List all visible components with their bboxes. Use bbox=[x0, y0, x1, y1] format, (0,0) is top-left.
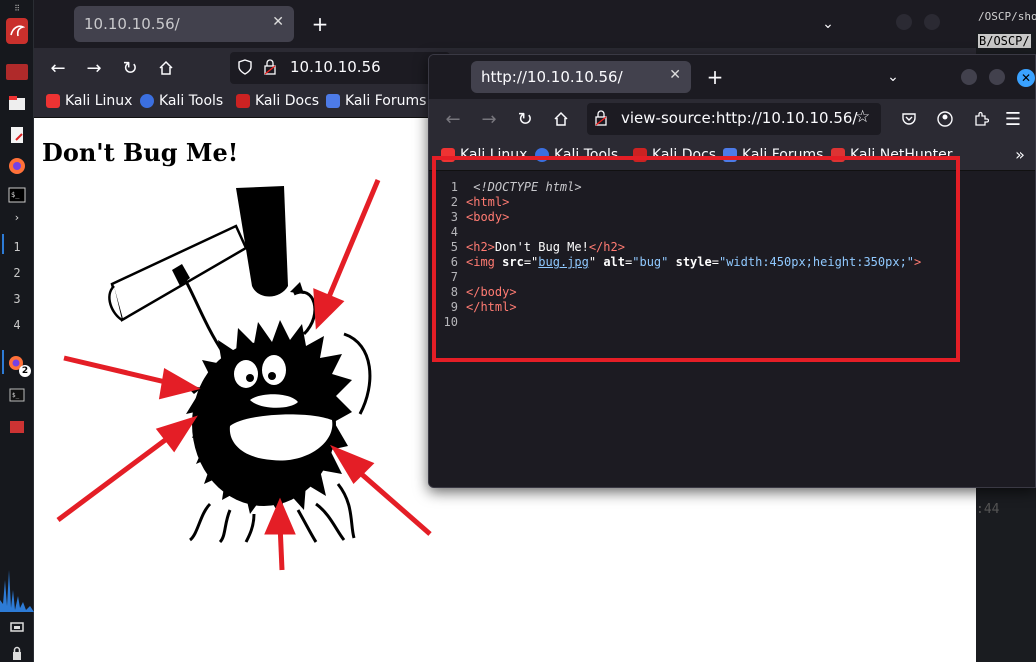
kali-tools-icon bbox=[140, 94, 154, 108]
lock-icon[interactable] bbox=[6, 646, 28, 660]
forward-arrow-icon[interactable]: → bbox=[82, 56, 106, 80]
chevron-double-right-icon[interactable]: » bbox=[1009, 143, 1031, 165]
workspace-2[interactable]: 2 bbox=[0, 266, 34, 280]
back-arrow-icon[interactable]: ← bbox=[441, 107, 465, 131]
new-tab-plus-icon[interactable]: + bbox=[308, 12, 332, 36]
close-icon[interactable]: ✕ bbox=[669, 67, 681, 83]
workspace-3[interactable]: 3 bbox=[0, 292, 34, 306]
bug-image bbox=[56, 179, 432, 571]
svg-text:$_: $_ bbox=[12, 392, 20, 399]
extensions-icon[interactable] bbox=[969, 107, 993, 131]
main-url-bar[interactable]: 10.10.10.56 bbox=[230, 52, 450, 84]
terminal-titlebar: /OSCP/sho bbox=[976, 0, 1036, 32]
home-icon[interactable] bbox=[549, 107, 573, 131]
terminal-window-icon[interactable]: $_ bbox=[6, 386, 28, 404]
bookmark-label: Kali Docs bbox=[255, 93, 320, 109]
files-icon[interactable] bbox=[6, 94, 28, 112]
bookmark-label: Kali Linux bbox=[65, 93, 133, 109]
reload-icon[interactable]: ↻ bbox=[513, 107, 537, 131]
maximize-button[interactable] bbox=[924, 14, 940, 30]
main-url-text: 10.10.10.56 bbox=[290, 58, 381, 76]
bookmark-kali-linux[interactable]: Kali Linux bbox=[46, 93, 132, 109]
terminal-path-1: /OSCP/sho bbox=[978, 10, 1036, 23]
shield-icon[interactable] bbox=[238, 59, 252, 79]
app-icon[interactable] bbox=[6, 64, 28, 80]
firefox-icon[interactable] bbox=[6, 156, 28, 176]
taskbar: ⠿ $_ › 1 2 3 4 2 $_ bbox=[0, 0, 34, 662]
reload-icon[interactable]: ↻ bbox=[118, 56, 142, 80]
main-tab-bar: 10.10.10.56/ ✕ + ⌄ bbox=[34, 0, 976, 48]
bookmark-kali-tools[interactable]: Kali Tools bbox=[140, 93, 223, 109]
bookmark-kali-docs[interactable]: Kali Docs bbox=[236, 93, 319, 109]
network-icon[interactable] bbox=[6, 620, 28, 634]
lock-insecure-icon[interactable] bbox=[264, 59, 276, 79]
svg-text:$_: $_ bbox=[11, 191, 20, 199]
minimize-button[interactable] bbox=[896, 14, 912, 30]
editor-icon[interactable] bbox=[6, 126, 28, 144]
terminal-path-2: B/OSCP/ bbox=[978, 34, 1031, 48]
maximize-button[interactable] bbox=[989, 69, 1005, 85]
source-url-text: view-source:http://10.10.10.56/ bbox=[621, 109, 858, 127]
page-heading: Don't Bug Me! bbox=[42, 138, 239, 167]
back-arrow-icon[interactable]: ← bbox=[46, 56, 70, 80]
chevron-down-icon[interactable]: ⌄ bbox=[881, 65, 905, 89]
workspace-4[interactable]: 4 bbox=[0, 318, 34, 332]
source-tab-bar: http://10.10.10.56/ ✕ + ⌄ ✕ bbox=[429, 55, 1035, 99]
lock-insecure-icon[interactable] bbox=[595, 110, 607, 130]
new-tab-plus-icon[interactable]: + bbox=[703, 65, 727, 89]
terminal-icon[interactable]: $_ bbox=[6, 186, 28, 204]
kali-menu-icon[interactable] bbox=[6, 18, 28, 44]
kali-linux-icon bbox=[46, 94, 60, 108]
bookmark-kali-forums[interactable]: Kali Forums bbox=[326, 93, 426, 109]
chevron-down-icon[interactable]: ⌄ bbox=[816, 12, 840, 36]
app-window-icon[interactable] bbox=[6, 418, 28, 436]
close-icon[interactable]: ✕ bbox=[272, 14, 284, 30]
source-tab[interactable]: http://10.10.10.56/ ✕ bbox=[471, 61, 691, 93]
pocket-icon[interactable] bbox=[897, 107, 921, 131]
chevron-right-icon[interactable]: › bbox=[6, 210, 28, 224]
source-tab-title: http://10.10.10.56/ bbox=[481, 68, 623, 86]
source-nav-bar: ← → ↻ view-source:http://10.10.10.56/ ☆ … bbox=[429, 99, 1035, 139]
highlight-box bbox=[432, 156, 960, 362]
window-close-button[interactable]: ✕ bbox=[1017, 69, 1035, 87]
window-count-badge: 2 bbox=[19, 365, 31, 377]
main-tab-title: 10.10.10.56/ bbox=[84, 15, 180, 33]
cpu-graph bbox=[0, 570, 34, 612]
bookmark-label: Kali Tools bbox=[159, 93, 224, 109]
source-url-bar[interactable]: view-source:http://10.10.10.56/ ☆ bbox=[587, 103, 881, 135]
grip-icon: ⠿ bbox=[14, 3, 20, 13]
forward-arrow-icon[interactable]: → bbox=[477, 107, 501, 131]
kali-docs-icon bbox=[236, 94, 250, 108]
minimize-button[interactable] bbox=[961, 69, 977, 85]
bookmark-label: Kali Forums bbox=[345, 93, 427, 109]
terminal-time: :44 bbox=[976, 502, 1000, 517]
hamburger-menu-icon[interactable]: ☰ bbox=[1001, 107, 1025, 131]
active-window-indicator bbox=[2, 350, 4, 374]
kali-forums-icon bbox=[326, 94, 340, 108]
star-icon[interactable]: ☆ bbox=[855, 107, 870, 127]
main-tab[interactable]: 10.10.10.56/ ✕ bbox=[74, 6, 294, 42]
workspace-1[interactable]: 1 bbox=[0, 240, 34, 254]
account-icon[interactable] bbox=[933, 107, 957, 131]
home-icon[interactable] bbox=[154, 56, 178, 80]
